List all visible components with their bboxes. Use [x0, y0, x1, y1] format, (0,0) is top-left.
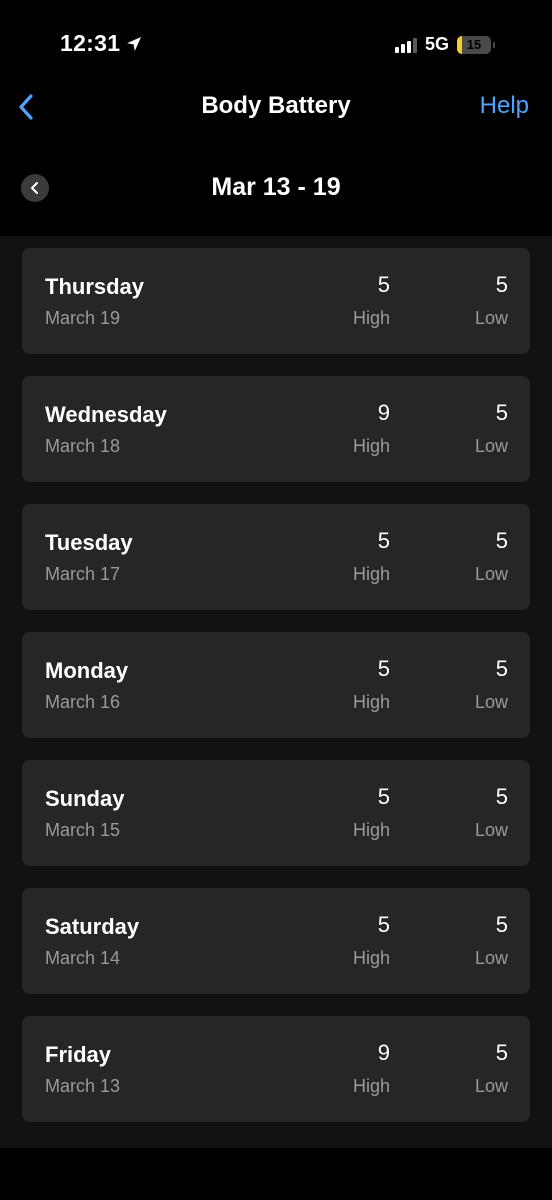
day-card[interactable]: Friday March 13 9 High 5 Low [22, 1016, 530, 1122]
help-link[interactable]: Help [480, 92, 529, 120]
day-card[interactable]: Wednesday March 18 9 High 5 Low [22, 376, 530, 482]
battery-icon: 15 [457, 35, 492, 54]
day-date: March 13 [45, 1076, 121, 1096]
day-name: Thursday [45, 274, 145, 299]
low-value: 5 [495, 656, 508, 681]
high-value: 9 [377, 400, 390, 425]
day-card[interactable]: Monday March 16 5 High 5 Low [22, 632, 530, 738]
high-label: High [352, 308, 390, 328]
low-label: Low [474, 820, 508, 840]
day-name: Sunday [45, 786, 125, 811]
day-date: March 19 [45, 308, 121, 328]
high-label: High [352, 564, 390, 584]
cellular-signal-icon [395, 37, 419, 53]
low-label: Low [474, 948, 508, 968]
high-label: High [352, 692, 390, 712]
low-label: Low [474, 436, 508, 456]
day-name: Saturday [45, 914, 140, 939]
day-name: Wednesday [45, 402, 167, 427]
high-value: 5 [377, 912, 390, 937]
low-value: 5 [495, 912, 508, 937]
high-value: 9 [377, 1040, 390, 1065]
high-label: High [352, 820, 390, 840]
low-value: 5 [495, 784, 508, 809]
day-list: Thursday March 19 5 High 5 Low Wednesday… [0, 236, 552, 1148]
low-label: Low [474, 564, 508, 584]
battery-level: 15 [466, 36, 482, 52]
day-name: Monday [45, 658, 129, 683]
day-card[interactable]: Sunday March 15 5 High 5 Low [22, 760, 530, 866]
nav-header: Body Battery Help [0, 80, 552, 136]
high-label: High [352, 948, 390, 968]
day-date: March 15 [45, 820, 121, 840]
high-value: 5 [377, 656, 390, 681]
low-value: 5 [495, 272, 508, 297]
high-label: High [352, 436, 390, 456]
low-value: 5 [495, 400, 508, 425]
day-name: Tuesday [45, 530, 133, 555]
day-card[interactable]: Thursday March 19 5 High 5 Low [22, 248, 530, 354]
high-value: 5 [377, 528, 390, 553]
status-indicators: 5G 15 [395, 34, 496, 55]
location-arrow-icon [125, 35, 143, 53]
day-card[interactable]: Tuesday March 17 5 High 5 Low [22, 504, 530, 610]
battery-nub [493, 41, 496, 48]
day-date: March 16 [45, 692, 121, 712]
day-name: Friday [45, 1042, 112, 1067]
date-range-title: Mar 13 - 19 [211, 173, 341, 201]
day-card[interactable]: Saturday March 14 5 High 5 Low [22, 888, 530, 994]
day-date: March 17 [45, 564, 121, 584]
low-label: Low [474, 692, 508, 712]
low-value: 5 [495, 1040, 508, 1065]
low-value: 5 [495, 528, 508, 553]
high-value: 5 [377, 784, 390, 809]
low-label: Low [474, 308, 508, 328]
date-range-row: Mar 13 - 19 [0, 160, 552, 216]
day-date: March 14 [45, 948, 121, 968]
status-bar: 12:31 5G 15 [0, 0, 552, 80]
high-value: 5 [377, 272, 390, 297]
page-title: Body Battery [201, 92, 351, 119]
status-time-group: 12:31 [60, 30, 143, 57]
high-label: High [352, 1076, 390, 1096]
status-time: 12:31 [60, 30, 121, 56]
low-label: Low [474, 1076, 508, 1096]
network-type: 5G [425, 34, 450, 54]
day-date: March 18 [45, 436, 121, 456]
bottom-bar [0, 1148, 552, 1200]
